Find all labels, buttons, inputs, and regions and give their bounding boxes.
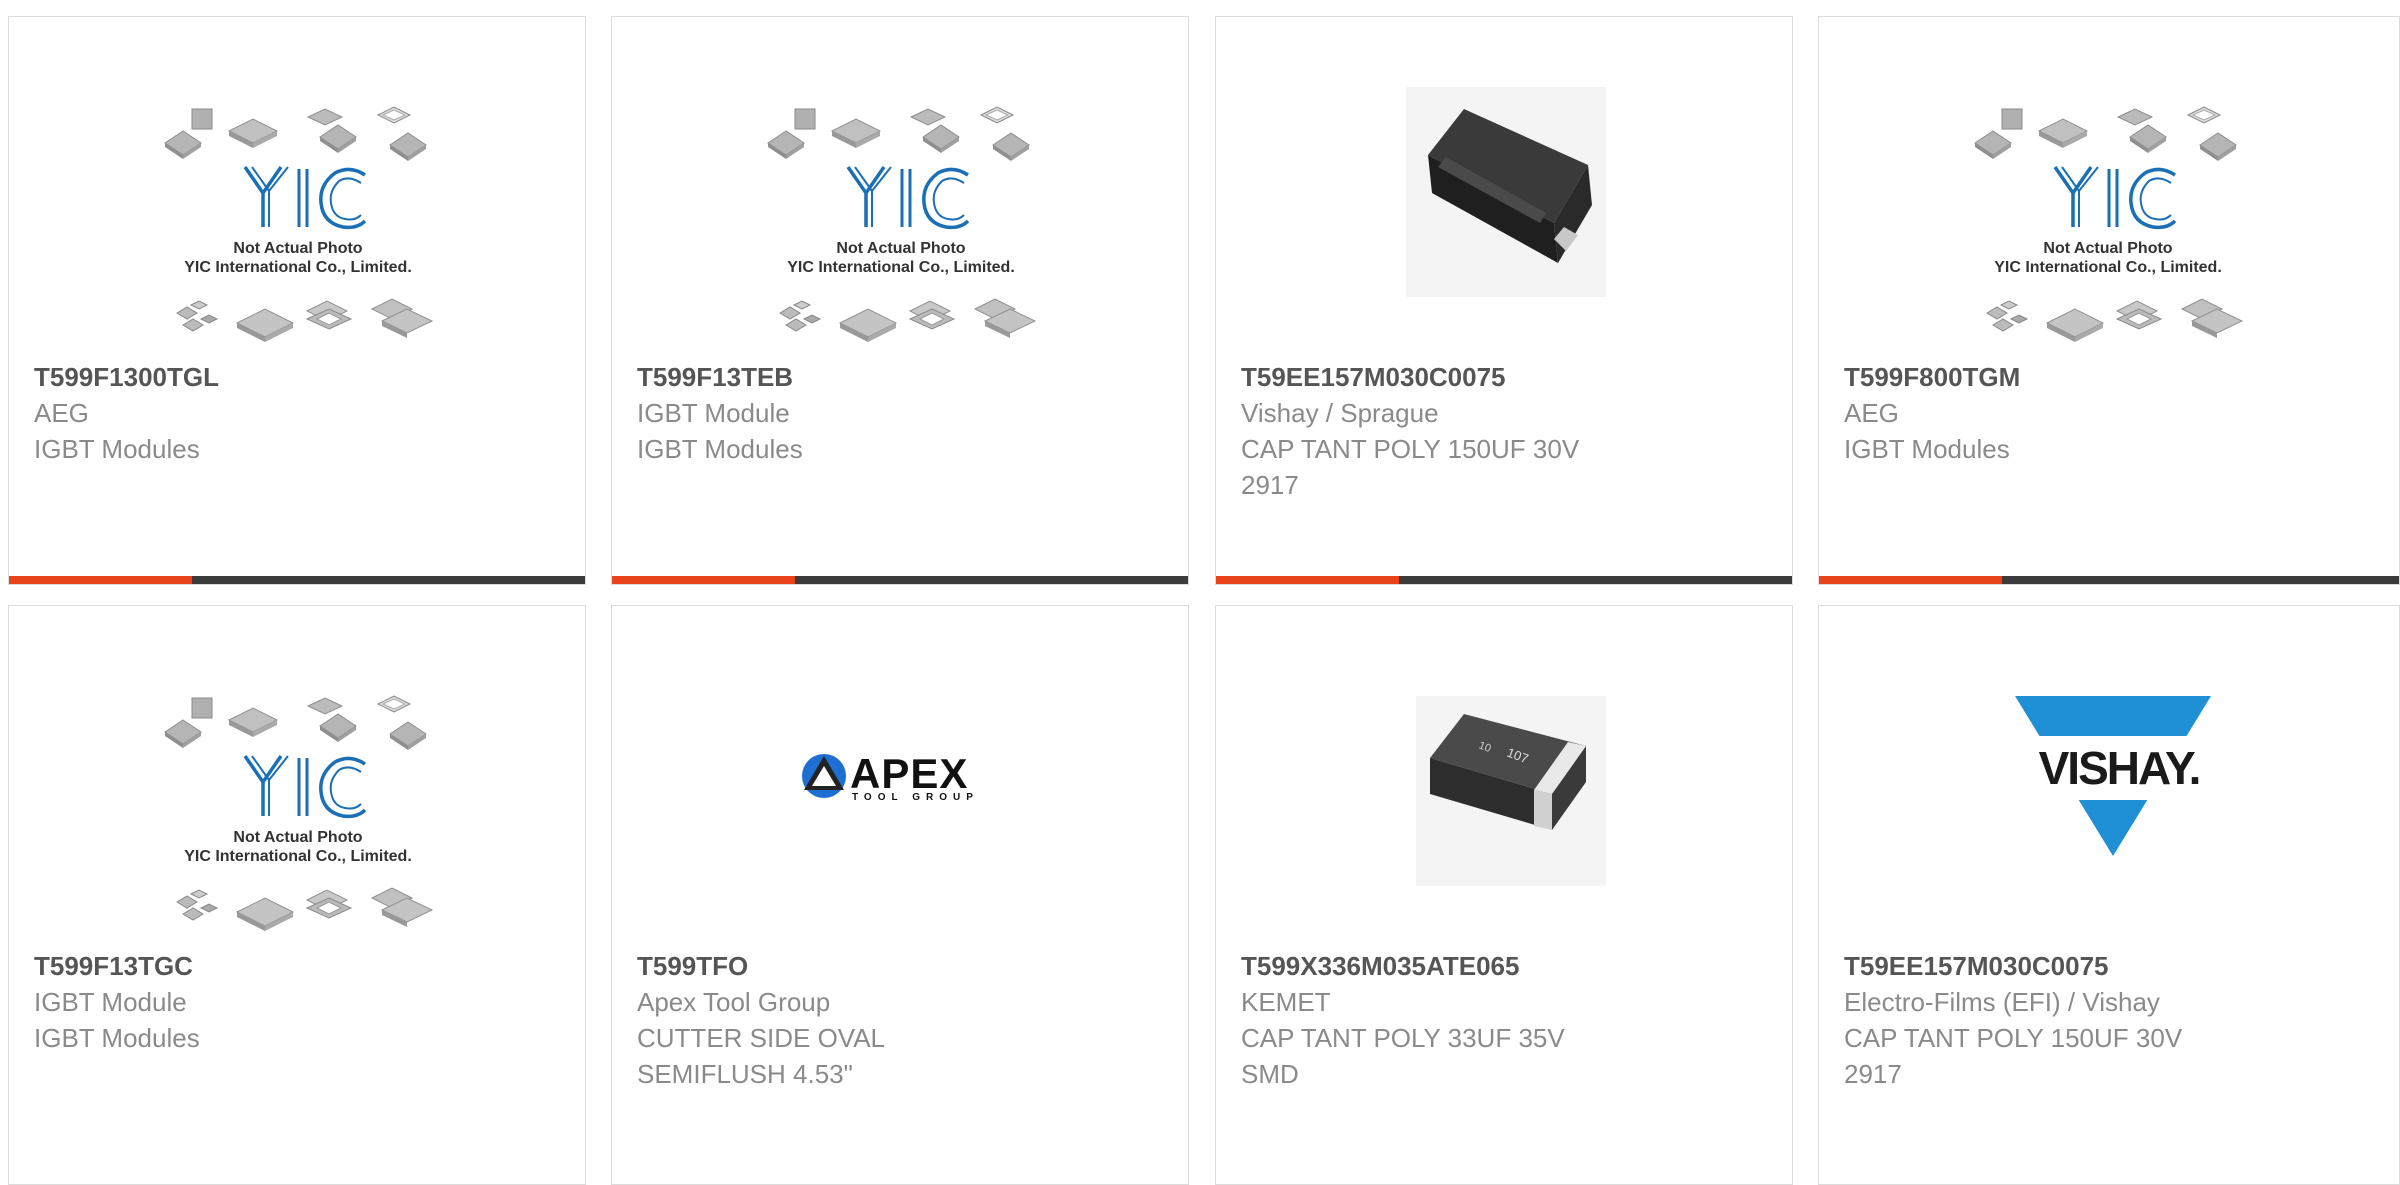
manufacturer: Vishay / Sprague [1241, 398, 1439, 428]
product-image: Not Actual Photo YIC International Co., … [612, 17, 1188, 362]
product-card[interactable]: T59EE157M030C0075 Vishay / Sprague CAP T… [1215, 16, 1793, 585]
product-image: 107 10 [1216, 606, 1792, 951]
placeholder-caption: YIC International Co., Limited. [787, 259, 1015, 276]
card-accent [1819, 576, 2002, 584]
manufacturer: Apex Tool Group [637, 987, 831, 1017]
description: IGBT Modules [637, 434, 803, 464]
description-cont: 2917 [1844, 1059, 1902, 1089]
placeholder-caption: Not Actual Photo [836, 240, 966, 257]
part-number[interactable]: T599F800TGM [1844, 359, 2384, 395]
part-number[interactable]: T599X336M035ATE065 [1241, 948, 1781, 984]
part-number[interactable]: T59EE157M030C0075 [1241, 359, 1781, 395]
description: IGBT Modules [34, 434, 200, 464]
black-smd-capacitor-icon [1406, 87, 1606, 297]
product-card[interactable]: Not Actual Photo YIC International Co., … [8, 605, 586, 1185]
placeholder-caption: YIC International Co., Limited. [1994, 259, 2222, 276]
description-cont: SEMIFLUSH 4.53" [637, 1059, 853, 1089]
card-footer-bar [9, 576, 585, 584]
product-card[interactable]: Not Actual Photo YIC International Co., … [1818, 16, 2400, 585]
placeholder-caption: Not Actual Photo [2043, 240, 2173, 257]
description-cont: 2917 [1241, 470, 1299, 500]
card-footer-bar [1216, 576, 1792, 584]
manufacturer: AEG [1844, 398, 1899, 428]
apex-subtitle: TOOL GROUP [852, 792, 979, 803]
card-footer-bar [1819, 576, 2399, 584]
manufacturer: KEMET [1241, 987, 1331, 1017]
product-image [1216, 17, 1792, 362]
product-image: Not Actual Photo YIC International Co., … [1819, 17, 2399, 362]
tantalum-capacitor-icon: 107 10 [1416, 696, 1606, 886]
description: CAP TANT POLY 150UF 30V [1844, 1023, 2183, 1053]
card-accent [9, 576, 192, 584]
description: CAP TANT POLY 33UF 35V [1241, 1023, 1565, 1053]
product-card[interactable]: VISHAY. T59EE157M030C0075 Electro-Films … [1818, 605, 2400, 1185]
placeholder-caption: YIC International Co., Limited. [184, 848, 412, 865]
product-image: Not Actual Photo YIC International Co., … [9, 17, 585, 362]
part-number[interactable]: T599TFO [637, 948, 1177, 984]
product-card[interactable]: 107 10 T599X336M035ATE065 KEMET CAP TANT… [1215, 605, 1793, 1185]
part-number[interactable]: T599F13TEB [637, 359, 1177, 395]
apex-wordmark: APEX [850, 750, 969, 797]
card-accent [1216, 576, 1399, 584]
product-card[interactable]: APEX TOOL GROUP T599TFO Apex Tool Group … [611, 605, 1189, 1185]
part-number[interactable]: T599F1300TGL [34, 359, 574, 395]
part-number[interactable]: T59EE157M030C0075 [1844, 948, 2384, 984]
manufacturer: IGBT Module [34, 987, 187, 1017]
description-cont: SMD [1241, 1059, 1299, 1089]
manufacturer: Electro-Films (EFI) / Vishay [1844, 987, 2160, 1017]
placeholder-caption: Not Actual Photo [233, 829, 363, 846]
part-number[interactable]: T599F13TGC [34, 948, 574, 984]
card-footer-bar [612, 576, 1188, 584]
placeholder-caption: YIC International Co., Limited. [184, 259, 412, 276]
description: IGBT Modules [1844, 434, 2010, 464]
description: CAP TANT POLY 150UF 30V [1241, 434, 1580, 464]
manufacturer: IGBT Module [637, 398, 790, 428]
card-accent [612, 576, 795, 584]
vishay-wordmark: VISHAY. [2038, 742, 2202, 794]
description: CUTTER SIDE OVAL [637, 1023, 886, 1053]
product-image: APEX TOOL GROUP [612, 606, 1188, 951]
product-card[interactable]: Not Actual Photo YIC International Co., … [611, 16, 1189, 585]
description: IGBT Modules [34, 1023, 200, 1053]
placeholder-caption: Not Actual Photo [233, 240, 363, 257]
product-card[interactable]: Not Actual Photo YIC International Co., … [8, 16, 586, 585]
product-image: Not Actual Photo YIC International Co., … [9, 606, 585, 951]
manufacturer: AEG [34, 398, 89, 428]
product-image: VISHAY. [1819, 606, 2399, 951]
